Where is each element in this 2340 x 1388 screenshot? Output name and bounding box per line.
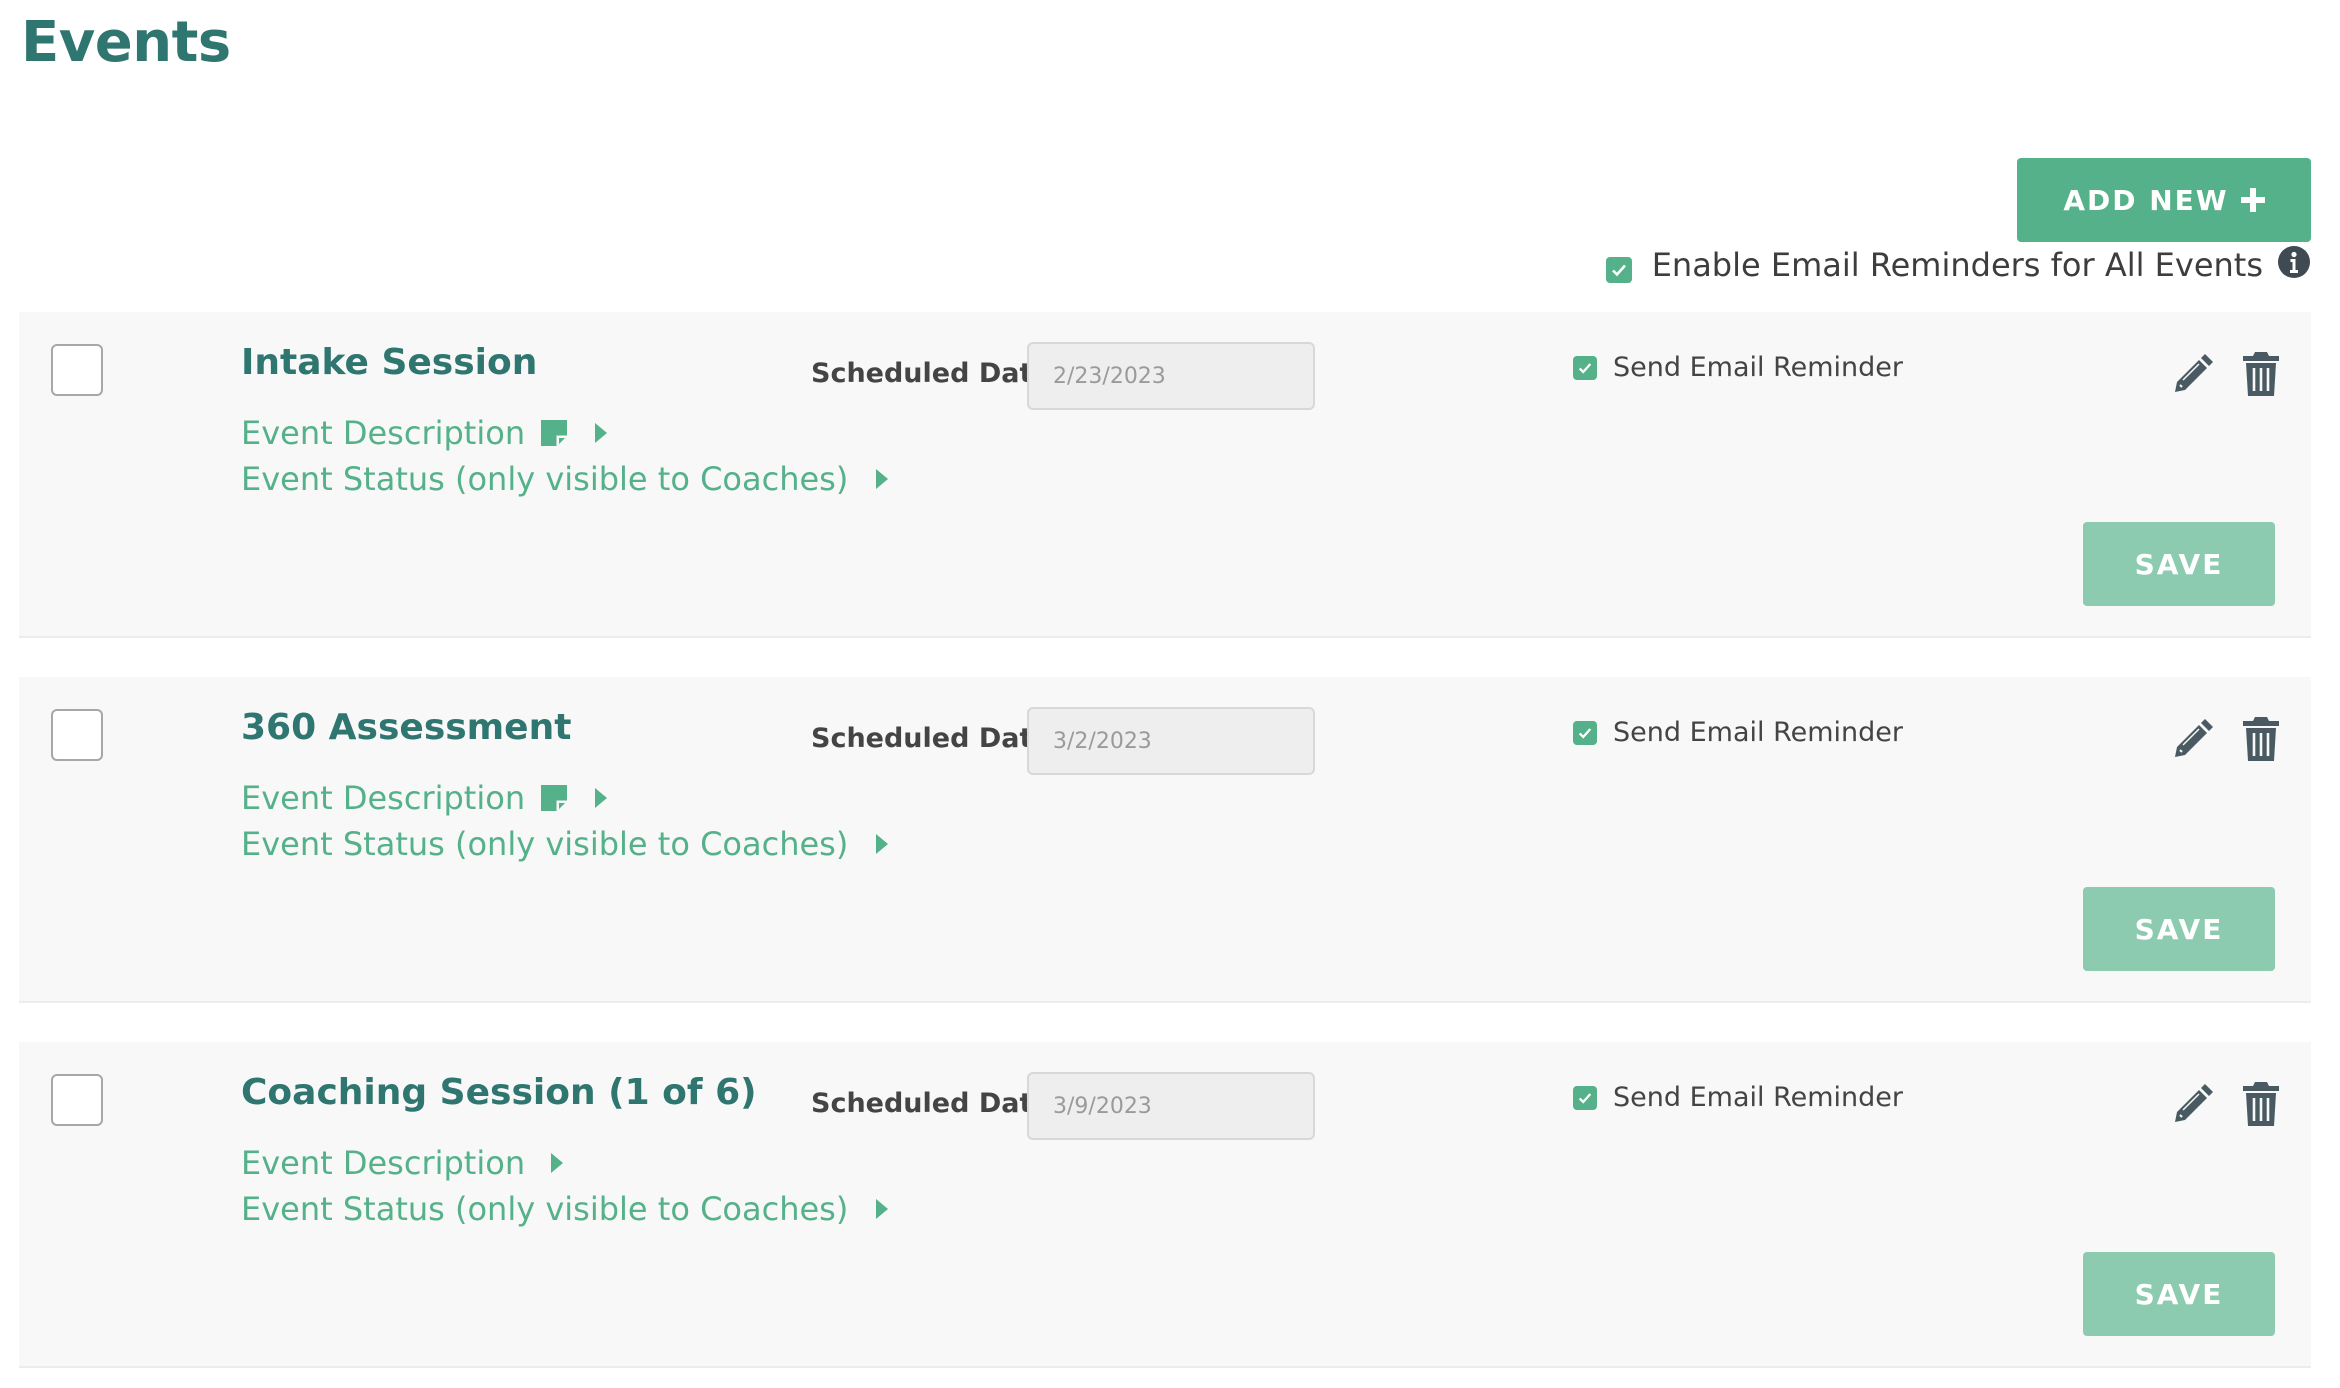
send-email-reminder-checkbox[interactable] xyxy=(1573,720,1597,745)
event-description-label: Event Description xyxy=(241,1144,526,1182)
note-icon xyxy=(539,418,569,448)
check-icon xyxy=(1578,1092,1592,1104)
check-icon xyxy=(1578,362,1592,374)
send-email-reminder: Send Email Reminder xyxy=(1573,1082,1903,1113)
save-button[interactable]: SAVE xyxy=(2083,1252,2275,1336)
event-description-toggle[interactable]: Event Description xyxy=(241,1144,567,1182)
event-card: Intake Session Event Description Event S… xyxy=(19,312,2311,638)
event-select-checkbox[interactable] xyxy=(51,1074,103,1126)
enable-all-reminders-checkbox[interactable] xyxy=(1605,257,1632,283)
event-status-label: Event Status (only visible to Coaches) xyxy=(241,460,849,498)
caret-right-icon xyxy=(874,1197,892,1221)
check-icon xyxy=(1578,727,1592,739)
send-email-reminder-label: Send Email Reminder xyxy=(1613,1082,1903,1113)
plus-icon xyxy=(2240,188,2265,212)
event-description-toggle[interactable]: Event Description xyxy=(241,414,611,452)
send-email-reminder-checkbox[interactable] xyxy=(1573,355,1597,380)
scheduled-date-label: Scheduled Date xyxy=(811,1088,1051,1119)
send-email-reminder: Send Email Reminder xyxy=(1573,352,1903,383)
event-select-checkbox[interactable] xyxy=(51,709,103,761)
event-title: 360 Assessment xyxy=(241,707,572,748)
pencil-icon[interactable] xyxy=(2169,352,2215,398)
add-new-label: ADD NEW xyxy=(2063,183,2229,217)
caret-right-icon xyxy=(593,786,611,810)
trash-icon[interactable] xyxy=(2241,350,2281,398)
trash-icon[interactable] xyxy=(2241,715,2281,763)
pencil-icon[interactable] xyxy=(2169,1082,2215,1128)
send-email-reminder-checkbox[interactable] xyxy=(1573,1085,1597,1110)
scheduled-date-input[interactable] xyxy=(1027,1072,1315,1140)
pencil-icon[interactable] xyxy=(2169,717,2215,763)
caret-right-icon xyxy=(874,467,892,491)
scheduled-date-label: Scheduled Date xyxy=(811,358,1051,389)
event-description-label: Event Description xyxy=(241,414,526,452)
info-icon[interactable] xyxy=(2277,245,2311,279)
event-title: Coaching Session (1 of 6) xyxy=(241,1072,757,1113)
scheduled-date-label: Scheduled Date xyxy=(811,723,1051,754)
check-icon xyxy=(1611,264,1626,277)
enable-all-reminders-label: Enable Email Reminders for All Events xyxy=(1651,246,2263,284)
event-card: Coaching Session (1 of 6) Event Descript… xyxy=(19,1042,2311,1368)
caret-right-icon xyxy=(549,1151,567,1175)
event-description-label: Event Description xyxy=(241,779,526,817)
event-status-label: Event Status (only visible to Coaches) xyxy=(241,1190,849,1228)
enable-all-reminders: Enable Email Reminders for All Events xyxy=(1605,245,2311,284)
event-card: 360 Assessment Event Description Event S… xyxy=(19,677,2311,1003)
send-email-reminder-label: Send Email Reminder xyxy=(1613,717,1903,748)
event-title: Intake Session xyxy=(241,342,538,383)
event-status-label: Event Status (only visible to Coaches) xyxy=(241,825,849,863)
save-button[interactable]: SAVE xyxy=(2083,522,2275,606)
caret-right-icon xyxy=(874,832,892,856)
send-email-reminder-label: Send Email Reminder xyxy=(1613,352,1903,383)
trash-icon[interactable] xyxy=(2241,1080,2281,1128)
scheduled-date-input[interactable] xyxy=(1027,707,1315,775)
add-new-button[interactable]: ADD NEW xyxy=(2017,158,2311,242)
scheduled-date-input[interactable] xyxy=(1027,342,1315,410)
caret-right-icon xyxy=(593,421,611,445)
event-description-toggle[interactable]: Event Description xyxy=(241,779,611,817)
page-title: Events xyxy=(21,10,231,75)
note-icon xyxy=(539,783,569,813)
event-status-toggle[interactable]: Event Status (only visible to Coaches) xyxy=(241,460,892,498)
send-email-reminder: Send Email Reminder xyxy=(1573,717,1903,748)
event-status-toggle[interactable]: Event Status (only visible to Coaches) xyxy=(241,825,892,863)
save-button[interactable]: SAVE xyxy=(2083,887,2275,971)
event-select-checkbox[interactable] xyxy=(51,344,103,396)
event-status-toggle[interactable]: Event Status (only visible to Coaches) xyxy=(241,1190,892,1228)
